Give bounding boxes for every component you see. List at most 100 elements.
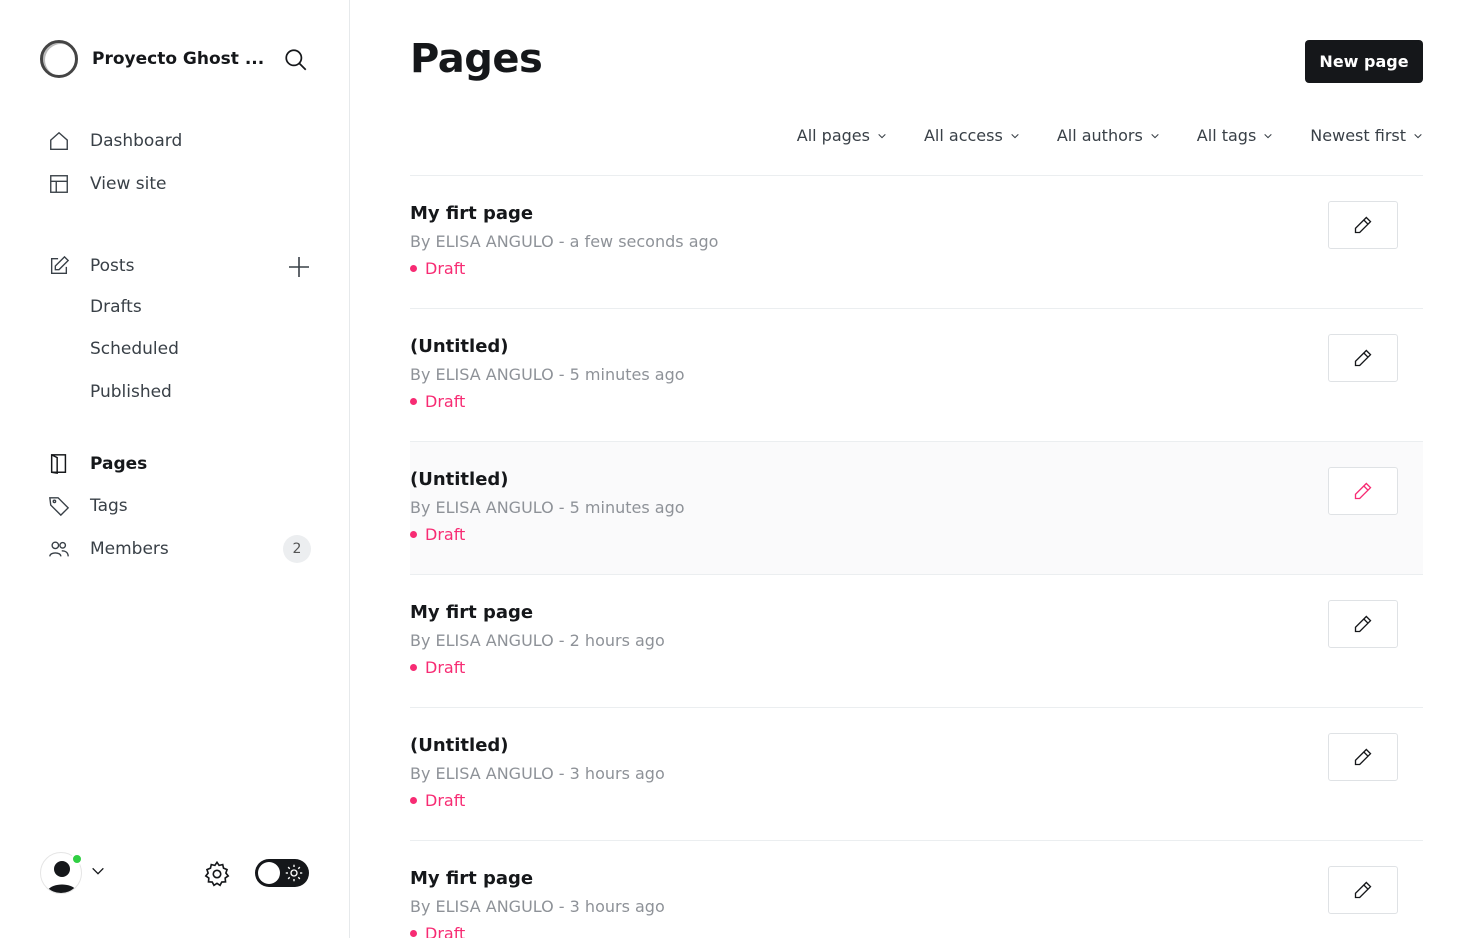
- page-item-meta: By ELISA ANGULO - 5 minutes ago: [410, 498, 685, 517]
- status-dot: [410, 797, 417, 804]
- nav-members-label: Members: [90, 539, 169, 559]
- filter-sort-label: Newest first: [1310, 126, 1406, 145]
- status-dot: [410, 930, 417, 937]
- nav-dashboard[interactable]: Dashboard: [46, 128, 182, 154]
- list-item[interactable]: My firt page By ELISA ANGULO - 2 hours a…: [410, 574, 1423, 707]
- chevron-down-icon: [1264, 133, 1272, 138]
- nav-pages[interactable]: Pages: [46, 451, 147, 477]
- page-item-meta: By ELISA ANGULO - 5 minutes ago: [410, 365, 685, 384]
- nav-posts[interactable]: Posts: [46, 253, 134, 279]
- status-dot: [410, 265, 417, 272]
- pencil-icon: [1354, 748, 1372, 766]
- pages-list: My firt page By ELISA ANGULO - a few sec…: [410, 175, 1423, 938]
- site-logo: [40, 40, 78, 78]
- sidebar: Proyecto Ghost ... Dashboard View site P…: [0, 0, 350, 938]
- status-label: Draft: [425, 392, 466, 411]
- status-badge: Draft: [410, 259, 465, 278]
- pencil-icon: [1354, 615, 1372, 633]
- status-badge: Draft: [410, 525, 465, 544]
- members-icon: [46, 536, 72, 562]
- add-post-icon[interactable]: [286, 254, 312, 280]
- status-badge: Draft: [410, 791, 465, 810]
- status-badge: Draft: [410, 658, 465, 677]
- edit-page-button[interactable]: [1328, 201, 1398, 249]
- list-item[interactable]: (Untitled) By ELISA ANGULO - 3 hours ago…: [410, 707, 1423, 840]
- pencil-icon: [1354, 482, 1372, 500]
- search-icon[interactable]: [282, 46, 310, 74]
- page-item-title: My firt page: [410, 602, 534, 623]
- gear-icon[interactable]: [202, 859, 232, 889]
- status-label: Draft: [425, 791, 466, 810]
- status-label: Draft: [425, 259, 466, 278]
- list-item[interactable]: (Untitled) By ELISA ANGULO - 5 minutes a…: [410, 308, 1423, 441]
- edit-page-button[interactable]: [1328, 467, 1398, 515]
- status-dot: [410, 398, 417, 405]
- members-count-badge: 2: [283, 535, 311, 563]
- nav-tags-label: Tags: [90, 496, 128, 516]
- filter-type-label: All pages: [796, 126, 870, 145]
- filter-access-label: All access: [923, 126, 1003, 145]
- status-badge: Draft: [410, 392, 465, 411]
- pencil-icon: [1354, 216, 1372, 234]
- nav-pages-label: Pages: [90, 454, 148, 474]
- status-label: Draft: [425, 525, 466, 544]
- filter-authors[interactable]: All authors: [1057, 126, 1160, 145]
- site-brand[interactable]: Proyecto Ghost ...: [40, 40, 264, 78]
- pencil-icon: [1354, 881, 1372, 899]
- tag-icon: [46, 493, 72, 519]
- pencil-icon: [1354, 349, 1372, 367]
- sun-icon: [285, 864, 303, 882]
- nav-tags[interactable]: Tags: [46, 493, 128, 519]
- filter-bar: All pages All access All authors All tag…: [760, 126, 1423, 145]
- nav-published[interactable]: Published: [90, 382, 172, 402]
- list-item[interactable]: My firt page By ELISA ANGULO - a few sec…: [410, 175, 1423, 308]
- page-item-title: (Untitled): [410, 469, 509, 490]
- page-title: Pages: [410, 36, 543, 82]
- edit-page-button[interactable]: [1328, 600, 1398, 648]
- status-dot: [410, 531, 417, 538]
- toggle-knob: [258, 862, 280, 884]
- chevron-down-icon: [1414, 133, 1422, 138]
- filter-tags-label: All tags: [1196, 126, 1257, 145]
- filter-authors-label: All authors: [1056, 126, 1143, 145]
- status-dot: [410, 664, 417, 671]
- page-item-meta: By ELISA ANGULO - 3 hours ago: [410, 764, 665, 783]
- page-icon: [46, 451, 72, 477]
- filter-access[interactable]: All access: [924, 126, 1020, 145]
- list-item[interactable]: My firt page By ELISA ANGULO - 3 hours a…: [410, 840, 1423, 938]
- home-icon: [46, 128, 72, 154]
- page-item-meta: By ELISA ANGULO - 3 hours ago: [410, 897, 665, 916]
- nav-members[interactable]: Members: [46, 536, 169, 562]
- theme-toggle[interactable]: [255, 859, 309, 887]
- page-item-title: My firt page: [410, 203, 534, 224]
- layout-icon: [46, 171, 72, 197]
- status-badge: Draft: [410, 924, 465, 938]
- status-label: Draft: [425, 924, 466, 938]
- filter-type[interactable]: All pages: [797, 126, 887, 145]
- main-content: Pages New page All pages All access All …: [350, 0, 1483, 938]
- chevron-down-icon: [1011, 133, 1019, 138]
- online-status-dot: [71, 853, 83, 865]
- edit-page-button[interactable]: [1328, 334, 1398, 382]
- page-item-title: (Untitled): [410, 336, 509, 357]
- page-item-meta: By ELISA ANGULO - 2 hours ago: [410, 631, 665, 650]
- page-item-title: My firt page: [410, 868, 534, 889]
- nav-dashboard-label: Dashboard: [90, 131, 183, 151]
- list-item[interactable]: (Untitled) By ELISA ANGULO - 5 minutes a…: [410, 441, 1423, 574]
- page-item-title: (Untitled): [410, 735, 509, 756]
- nav-drafts[interactable]: Drafts: [90, 297, 142, 317]
- page-item-meta: By ELISA ANGULO - a few seconds ago: [410, 232, 719, 251]
- filter-sort[interactable]: Newest first: [1310, 126, 1423, 145]
- chevron-down-icon: [90, 863, 106, 883]
- edit-post-icon: [46, 253, 72, 279]
- edit-page-button[interactable]: [1328, 733, 1398, 781]
- filter-tags[interactable]: All tags: [1197, 126, 1274, 145]
- nav-posts-label: Posts: [90, 256, 135, 276]
- nav-view-site[interactable]: View site: [46, 171, 166, 197]
- edit-page-button[interactable]: [1328, 866, 1398, 914]
- status-label: Draft: [425, 658, 466, 677]
- chevron-down-icon: [878, 133, 886, 138]
- new-page-button[interactable]: New page: [1305, 40, 1423, 83]
- nav-scheduled[interactable]: Scheduled: [90, 339, 179, 359]
- site-name: Proyecto Ghost ...: [92, 49, 265, 69]
